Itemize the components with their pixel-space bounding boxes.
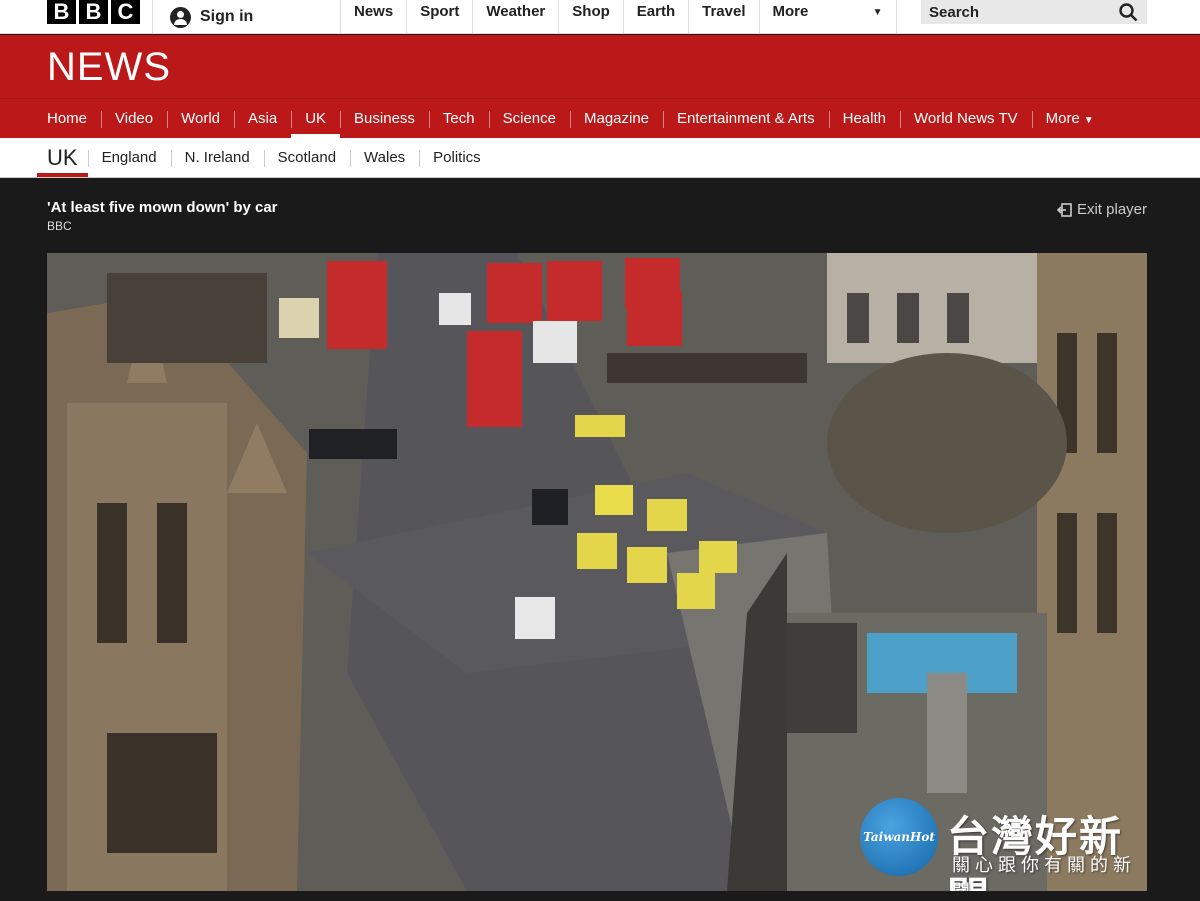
main-nav: Home Video World Asia UK Business Tech S… (0, 98, 1200, 138)
nav-item-tech[interactable]: Tech (428, 99, 489, 138)
subnav-item-scotland[interactable]: Scotland (263, 138, 350, 177)
nav-item-science[interactable]: Science (488, 99, 570, 138)
sign-in-link[interactable]: Sign in (152, 0, 340, 34)
nav-item-video[interactable]: Video (101, 99, 167, 138)
nav-item-business[interactable]: Business (340, 99, 429, 138)
nav-item-health[interactable]: Health (828, 99, 900, 138)
caret-down-icon: ▼ (1083, 115, 1094, 126)
user-icon (170, 6, 191, 28)
nav-item-world-news-tv[interactable]: World News TV (899, 99, 1032, 138)
subnav-item-wales[interactable]: Wales (350, 138, 419, 177)
news-banner: NEWS (0, 35, 1200, 98)
top-nav-more-label: More (772, 3, 809, 20)
logo-letter: B (47, 0, 76, 24)
logo-letter: C (111, 0, 140, 24)
sub-nav: UK England N. Ireland Scotland Wales Pol… (0, 138, 1200, 178)
top-bar: B B C Sign in News Sport Weather Shop Ea… (0, 0, 1200, 34)
media-source: BBC (47, 219, 72, 233)
top-nav-earth[interactable]: Earth (622, 0, 688, 34)
exit-icon (1056, 202, 1072, 217)
top-nav-weather[interactable]: Weather (472, 0, 558, 34)
nav-item-world[interactable]: World (167, 99, 234, 138)
nav-item-asia[interactable]: Asia (234, 99, 291, 138)
caret-down-icon: ▼ (872, 7, 883, 18)
exit-player-label: Exit player (1076, 201, 1147, 218)
top-nav-news[interactable]: News (340, 0, 406, 34)
nav-item-uk[interactable]: UK (291, 99, 340, 138)
search-placeholder: Search (929, 3, 980, 21)
search-box[interactable]: Search (921, 0, 1147, 24)
media-title: 'At least five mown down' by car (47, 199, 278, 216)
top-nav-travel[interactable]: Travel (688, 0, 758, 34)
top-nav: News Sport Weather Shop Earth Travel Mor… (340, 0, 897, 34)
taiwanhot-logo: TaiwanHot (860, 798, 938, 876)
subnav-item-england[interactable]: England (87, 138, 171, 177)
news-title[interactable]: NEWS (47, 45, 171, 90)
nav-item-home[interactable]: Home (33, 99, 101, 138)
section-title[interactable]: UK (37, 138, 88, 177)
logo-letter: B (79, 0, 108, 24)
nav-item-entertainment[interactable]: Entertainment & Arts (663, 99, 829, 138)
bbc-logo[interactable]: B B C (47, 0, 140, 24)
nav-item-magazine[interactable]: Magazine (569, 99, 663, 138)
top-nav-sport[interactable]: Sport (406, 0, 472, 34)
exit-player-button[interactable]: Exit player (1056, 201, 1147, 218)
search-icon[interactable] (1119, 2, 1138, 22)
nav-item-more[interactable]: More ▼ (1031, 99, 1108, 138)
top-nav-more[interactable]: More ▼ (758, 0, 897, 34)
sign-in-label: Sign in (200, 8, 254, 25)
watermark-tagline: 關心跟你有關的新聞 (952, 855, 1136, 891)
video-frame[interactable]: TaiwanHot 台灣好新聞 關心跟你有關的新聞 (47, 253, 1147, 891)
subnav-item-politics[interactable]: Politics (419, 138, 495, 177)
subnav-item-n-ireland[interactable]: N. Ireland (170, 138, 264, 177)
player-header: 'At least five mown down' by car BBC Exi… (47, 199, 1147, 239)
top-nav-shop[interactable]: Shop (558, 0, 623, 34)
nav-more-label: More (1045, 110, 1080, 127)
video-still (47, 253, 1147, 891)
